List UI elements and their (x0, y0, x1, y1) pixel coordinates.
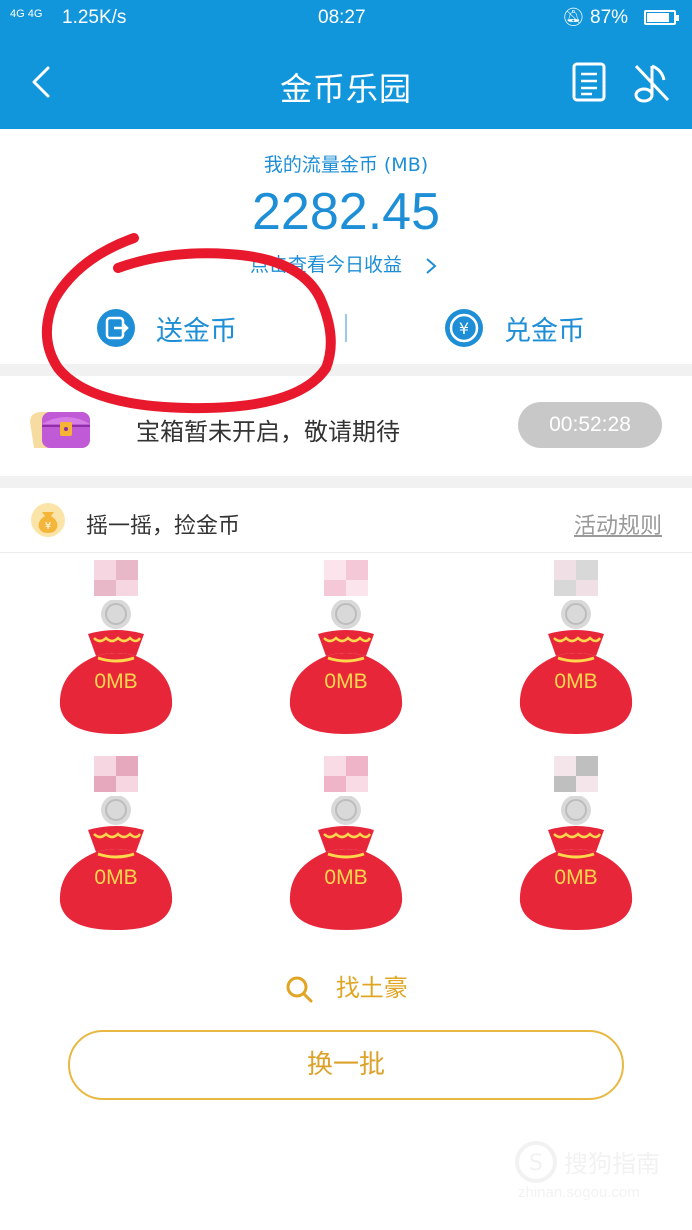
shake-header: ¥ 摇一摇，捡金币 活动规则 (0, 488, 692, 553)
exchange-coins-button[interactable]: ¥ 兑金币 (444, 308, 585, 348)
activity-rules-link[interactable]: 活动规则 (574, 508, 662, 540)
today-earnings-link[interactable]: 点击查看今日收益 (0, 250, 692, 277)
find-rich-button[interactable]: 找土豪 (0, 968, 692, 1004)
battery-percent: 87% (590, 7, 629, 28)
network-indicator: 4G 4G (10, 8, 43, 20)
battery-icon (644, 10, 679, 25)
balance-value: 2282.45 (252, 183, 440, 241)
network-speed: 1.25K/s (62, 7, 127, 28)
coin-bag[interactable]: 0MB (518, 756, 634, 936)
balance-label: 我的流量金币 (MB) (263, 154, 429, 176)
svg-text:S: S (529, 1151, 543, 1176)
svg-text:¥: ¥ (45, 521, 51, 532)
send-icon (97, 309, 135, 347)
bag-amount: 0MB (554, 670, 598, 693)
treasure-chest-icon (30, 412, 90, 448)
search-icon (286, 976, 313, 1003)
sogou-logo-icon: S (515, 1141, 557, 1183)
status-bar: 4G 4G 1.25K/s 08:27 🔕︎ 87% (0, 0, 692, 36)
coin-bag[interactable]: 0MB (518, 560, 634, 740)
bag-amount: 0MB (554, 866, 598, 889)
section-divider (0, 476, 692, 488)
refresh-batch-button[interactable]: 换一批 (68, 1030, 624, 1100)
user-avatar-icon (324, 756, 368, 792)
find-rich-label: 找土豪 (335, 974, 408, 1002)
send-coins-button[interactable]: 送金币 (96, 308, 237, 348)
divider (345, 314, 347, 342)
user-avatar-icon (554, 560, 598, 596)
title-bar: 金币乐园 (0, 36, 692, 129)
user-avatar-icon (324, 560, 368, 596)
coin-bag[interactable]: 0MB (58, 756, 174, 936)
coin-actions: 送金币 ¥ 兑金币 (0, 292, 692, 364)
coin-bag[interactable]: 0MB (58, 560, 174, 740)
send-coins-label: 送金币 (156, 315, 237, 347)
exchange-coins-label: 兑金币 (504, 315, 585, 347)
countdown-timer: 00:52:28 (518, 402, 662, 448)
music-off-icon[interactable] (632, 62, 672, 104)
bag-amount: 0MB (94, 866, 138, 889)
user-avatar-icon (94, 756, 138, 792)
chevron-right-icon (426, 257, 437, 274)
yuan-icon: ¥ (445, 309, 483, 347)
watermark-url: zhinan.sogou.com (518, 1184, 640, 1201)
today-earnings-label: 点击查看今日收益 (249, 254, 402, 276)
treasure-box-section: 宝箱暂未开启，敬请期待 00:52:28 (0, 376, 692, 476)
svg-text:¥: ¥ (459, 319, 469, 338)
sogou-watermark: S 搜狗指南 zhinan.sogou.com (510, 1138, 690, 1210)
user-avatar-icon (94, 560, 138, 596)
bag-amount: 0MB (324, 670, 368, 693)
bag-amount: 0MB (94, 670, 138, 693)
section-divider (0, 364, 692, 376)
clock: 08:27 (318, 7, 366, 28)
bag-amount: 0MB (324, 866, 368, 889)
coin-bag-icon: ¥ (31, 503, 65, 537)
watermark-name: 搜狗指南 (564, 1150, 660, 1178)
coin-bag[interactable]: 0MB (288, 756, 404, 936)
coin-bag[interactable]: 0MB (288, 560, 404, 740)
shake-title: 摇一摇，捡金币 (86, 514, 241, 539)
bell-off-icon: 🔕︎ (562, 7, 585, 27)
user-avatar-icon (554, 756, 598, 792)
treasure-status: 宝箱暂未开启，敬请期待 (136, 418, 400, 446)
document-icon[interactable] (572, 62, 606, 102)
